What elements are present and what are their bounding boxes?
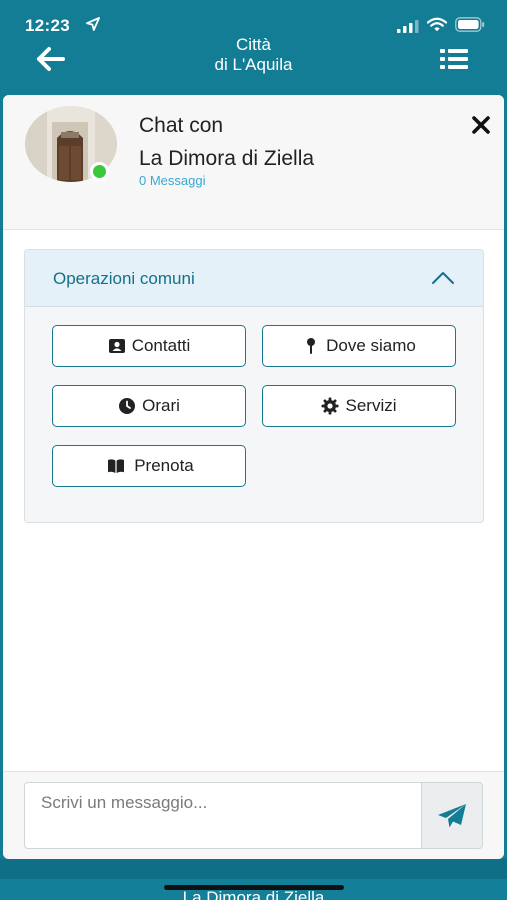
wifi-icon — [427, 17, 447, 32]
online-status-dot — [90, 162, 109, 181]
contact-card-icon — [108, 339, 125, 353]
chat-title-line2: La Dimora di Ziella — [139, 147, 315, 170]
nav-title: Città di L'Aquila — [150, 35, 357, 75]
message-input[interactable] — [24, 782, 421, 849]
paper-plane-icon — [438, 803, 466, 827]
prenota-button[interactable]: Prenota — [52, 445, 246, 487]
common-operations-panel: Operazioni comuni Contatti Dove siamo Or… — [24, 249, 484, 523]
chevron-up-icon — [432, 272, 454, 284]
panel-toggle[interactable]: Operazioni comuni — [25, 250, 483, 307]
panel-title: Operazioni comuni — [53, 269, 195, 288]
signal-icon — [397, 20, 419, 33]
chat-body: Operazioni comuni Contatti Dove siamo Or… — [3, 231, 504, 771]
contatti-label: Contatti — [131, 336, 191, 355]
nav-title-line2: di L'Aquila — [214, 55, 293, 74]
servizi-button[interactable]: Servizi — [262, 385, 456, 427]
bottom-bar: La Dimora di Ziella — [0, 859, 507, 900]
map-pin-icon — [307, 338, 316, 354]
back-button[interactable] — [34, 43, 68, 75]
chat-title-line1: Chat con — [139, 114, 224, 137]
dove-siamo-label: Dove siamo — [326, 336, 416, 355]
dove-siamo-button[interactable]: Dove siamo — [262, 325, 456, 367]
servizi-label: Servizi — [345, 396, 397, 415]
book-open-icon — [108, 459, 125, 473]
chat-header: Chat con La Dimora di Ziella 0 Messaggi — [3, 95, 504, 230]
clock-icon — [119, 398, 136, 414]
gear-icon — [321, 397, 339, 415]
message-count: 0 Messaggi — [139, 173, 206, 188]
prenota-label: Prenota — [134, 456, 194, 475]
orari-label: Orari — [142, 396, 180, 415]
contatti-button[interactable]: Contatti — [52, 325, 246, 367]
list-menu-button[interactable] — [438, 45, 470, 73]
home-indicator — [164, 885, 344, 890]
location-arrow-icon — [86, 17, 100, 31]
orari-button[interactable]: Orari — [52, 385, 246, 427]
chat-title: Chat con La Dimora di Ziella — [139, 109, 314, 175]
composer — [3, 771, 504, 859]
nav-title-line1: Città — [236, 35, 271, 54]
status-time: 12:23 — [25, 16, 70, 35]
chat-modal: Chat con La Dimora di Ziella 0 Messaggi … — [3, 95, 504, 859]
send-button[interactable] — [421, 782, 483, 849]
battery-icon — [455, 17, 485, 32]
close-button[interactable] — [469, 113, 493, 137]
